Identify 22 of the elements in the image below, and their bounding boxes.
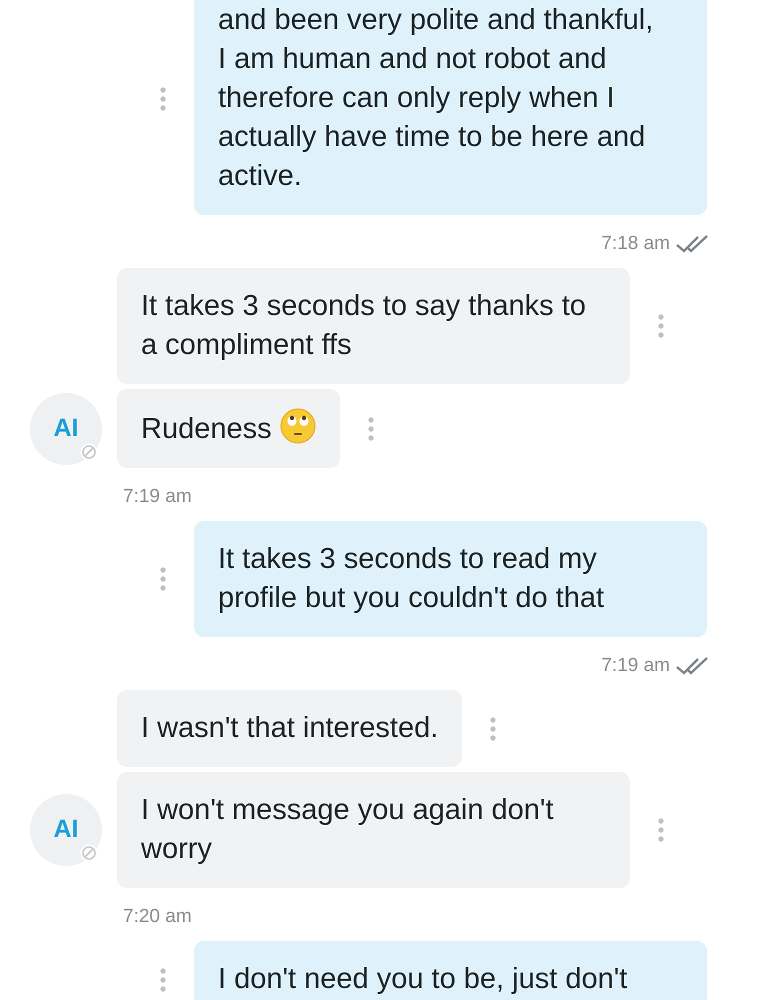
message-bubble: I don't need you to be, just don't: [194, 941, 707, 1000]
more-options-icon[interactable]: [368, 416, 374, 440]
more-options-icon[interactable]: [658, 314, 664, 338]
message-time: 7:20 am: [123, 904, 192, 929]
message-bubble: It takes 3 seconds to read my profile but you couldn't do that: [194, 521, 707, 637]
avatar[interactable]: AI: [30, 794, 102, 866]
status-badge-icon: [80, 844, 98, 862]
message-bubble: Rudeness: [117, 389, 340, 468]
message-bubble: and been very polite and thankful, I am human and not robot and therefore can only reply when I actually have time to be here and active.: [194, 0, 707, 215]
more-options-icon[interactable]: [658, 818, 664, 842]
more-options-icon[interactable]: [160, 86, 166, 110]
avatar[interactable]: AI: [30, 392, 102, 464]
message-time: 7:18 am: [601, 232, 670, 256]
message-time: 7:19 am: [123, 484, 192, 509]
message-bubble: I wasn't that interested.: [117, 690, 462, 767]
message-time: 7:19 am: [601, 654, 670, 678]
more-options-icon[interactable]: [490, 716, 496, 740]
status-badge-icon: [80, 442, 98, 460]
more-options-icon[interactable]: [160, 567, 166, 591]
message-bubble: It takes 3 seconds to say thanks to a compliment ffs: [117, 268, 630, 384]
more-options-icon[interactable]: [160, 968, 166, 992]
message-bubble: I won't message you again don't worry: [117, 772, 630, 888]
